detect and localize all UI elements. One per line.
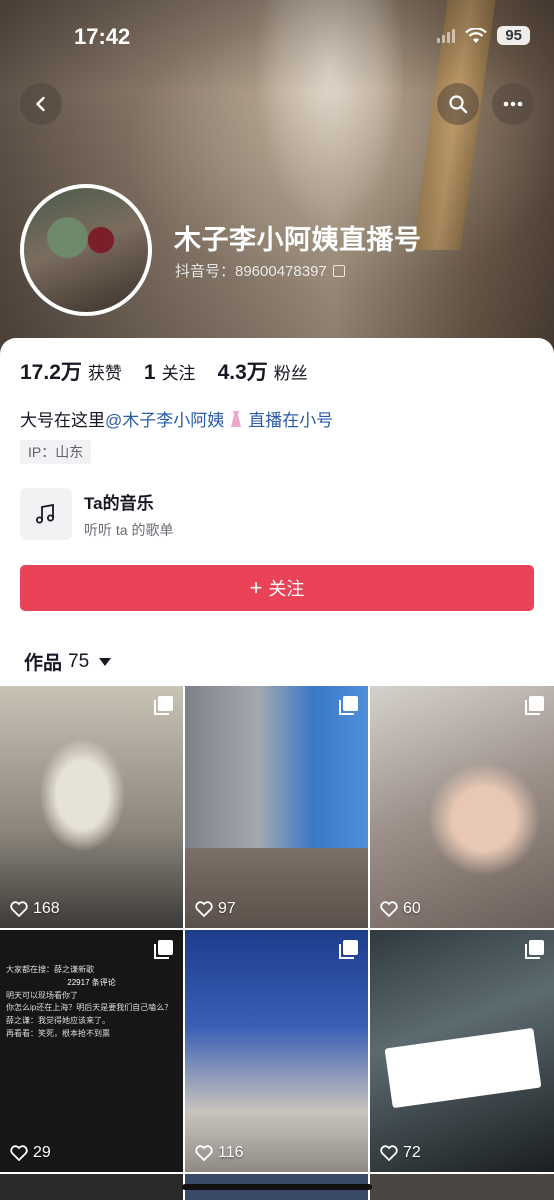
- more-icon: [503, 101, 523, 107]
- comment-line: 你怎么ip还在上海？明后天是要我们自己嗑么？: [6, 1003, 173, 1013]
- heart-icon: [195, 1145, 213, 1161]
- stat-likes-num: 17.2万: [20, 361, 82, 384]
- status-icons: 95: [437, 26, 530, 45]
- stat-likes[interactable]: 17.2万 获赞: [20, 356, 122, 386]
- profile-nickname: 木子李小阿姨直播号: [174, 225, 422, 255]
- avatar[interactable]: [20, 184, 152, 316]
- status-time: 17:42: [74, 24, 131, 49]
- stat-likes-label: 获赞: [87, 364, 122, 383]
- heart-icon: [10, 1145, 28, 1161]
- follow-button[interactable]: + 关注: [20, 565, 534, 611]
- multi-image-icon: [525, 940, 544, 959]
- comment-line: 明天可以现场看你了: [6, 990, 78, 1000]
- more-button[interactable]: [492, 83, 534, 125]
- follow-label: 关注: [268, 579, 305, 599]
- work-thumb-partial[interactable]: [0, 1174, 183, 1200]
- heart-icon: [380, 901, 398, 917]
- comment-screenshot: 大家都在搜：薛之谦新歌 22917 条评论 明天可以现场看你了 你怎么ip还在上…: [6, 964, 177, 1041]
- work-thumb[interactable]: 60: [370, 686, 554, 928]
- dropdown-triangle-icon: [99, 657, 112, 666]
- heart-icon: [195, 901, 213, 917]
- plus-icon: +: [249, 575, 263, 600]
- search-button[interactable]: [437, 83, 479, 125]
- stat-followers-num: 4.3万: [217, 361, 268, 384]
- work-thumb[interactable]: 168: [0, 686, 183, 928]
- likes-count: 29: [10, 1144, 51, 1162]
- work-thumb[interactable]: 大家都在搜：薛之谦新歌 22917 条评论 明天可以现场看你了 你怎么ip还在上…: [0, 930, 183, 1172]
- bio: 大号在这里 @木子李小阿姨 直播在小号: [20, 406, 333, 431]
- ticket-image: [384, 1027, 542, 1109]
- stats-row: 17.2万 获赞 1 关注 4.3万 粉丝: [20, 356, 308, 386]
- work-thumb[interactable]: 97: [185, 686, 368, 928]
- comment-header: 22917 条评论: [67, 977, 116, 987]
- home-indicator[interactable]: [182, 1184, 372, 1190]
- likes-value: 29: [33, 1144, 51, 1161]
- douyin-id[interactable]: 抖音号：89600478397: [175, 260, 345, 281]
- music-title: Ta的音乐: [84, 493, 154, 513]
- likes-value: 97: [218, 900, 236, 917]
- multi-image-icon: [339, 940, 358, 959]
- multi-image-icon: [154, 940, 173, 959]
- works-count: 75: [68, 650, 90, 672]
- ip-location-tag: IP：山东: [20, 440, 92, 464]
- music-entry[interactable]: Ta的音乐 听听 ta 的歌单: [20, 488, 173, 540]
- work-thumb[interactable]: 116: [185, 930, 368, 1172]
- likes-value: 116: [218, 1144, 244, 1161]
- works-grid: 168 97 60 大家都在搜：薛之谦新歌 22917 条评论 明天可以现场看你…: [0, 686, 554, 1200]
- likes-value: 168: [33, 900, 60, 917]
- stat-followers[interactable]: 4.3万 粉丝: [218, 356, 308, 386]
- multi-image-icon: [525, 696, 544, 715]
- works-label: 作品: [24, 653, 63, 674]
- work-thumb-partial[interactable]: [370, 1174, 554, 1200]
- copy-icon[interactable]: [332, 264, 345, 277]
- bio-prefix: 大号在这里: [20, 411, 105, 430]
- back-button[interactable]: [20, 83, 62, 125]
- likes-count: 168: [10, 900, 60, 918]
- likes-count: 60: [380, 900, 421, 918]
- dress-icon: [231, 410, 242, 427]
- search-icon: [449, 95, 468, 114]
- likes-count: 116: [195, 1144, 244, 1162]
- likes-count: 72: [380, 1144, 421, 1162]
- comment-line: 再看看：笑死，根本抢不到票: [6, 1028, 110, 1038]
- stat-following-num: 1: [143, 361, 156, 384]
- music-icon-box: [20, 488, 72, 540]
- wifi-icon: [465, 27, 488, 43]
- comment-line: 薛之谦：我觉得她应该来了。: [6, 1016, 110, 1026]
- comment-search: 大家都在搜：薛之谦新歌: [6, 965, 94, 974]
- multi-image-icon: [154, 696, 173, 715]
- stat-following-label: 关注: [161, 364, 196, 383]
- stat-followers-label: 粉丝: [273, 364, 308, 383]
- work-thumb[interactable]: 72: [370, 930, 554, 1172]
- multi-image-icon: [339, 696, 358, 715]
- music-note-icon: [36, 503, 54, 524]
- music-subtitle: 听听 ta 的歌单: [84, 521, 174, 538]
- back-icon: [36, 96, 45, 112]
- battery-indicator: 95: [497, 26, 530, 45]
- likes-value: 60: [403, 900, 421, 917]
- heart-icon: [10, 901, 28, 917]
- works-tab[interactable]: 作品 75: [24, 648, 112, 675]
- stat-following[interactable]: 1 关注: [144, 359, 196, 385]
- bio-mention-link[interactable]: @木子李小阿姨: [105, 406, 224, 431]
- signal-icon: [437, 28, 456, 43]
- heart-icon: [380, 1145, 398, 1161]
- likes-value: 72: [403, 1144, 421, 1161]
- status-bar: 17:42 95: [0, 0, 554, 70]
- bio-suffix: 直播在小号: [248, 411, 334, 430]
- likes-count: 97: [195, 900, 236, 918]
- douyin-id-text: 抖音号：89600478397: [175, 263, 327, 280]
